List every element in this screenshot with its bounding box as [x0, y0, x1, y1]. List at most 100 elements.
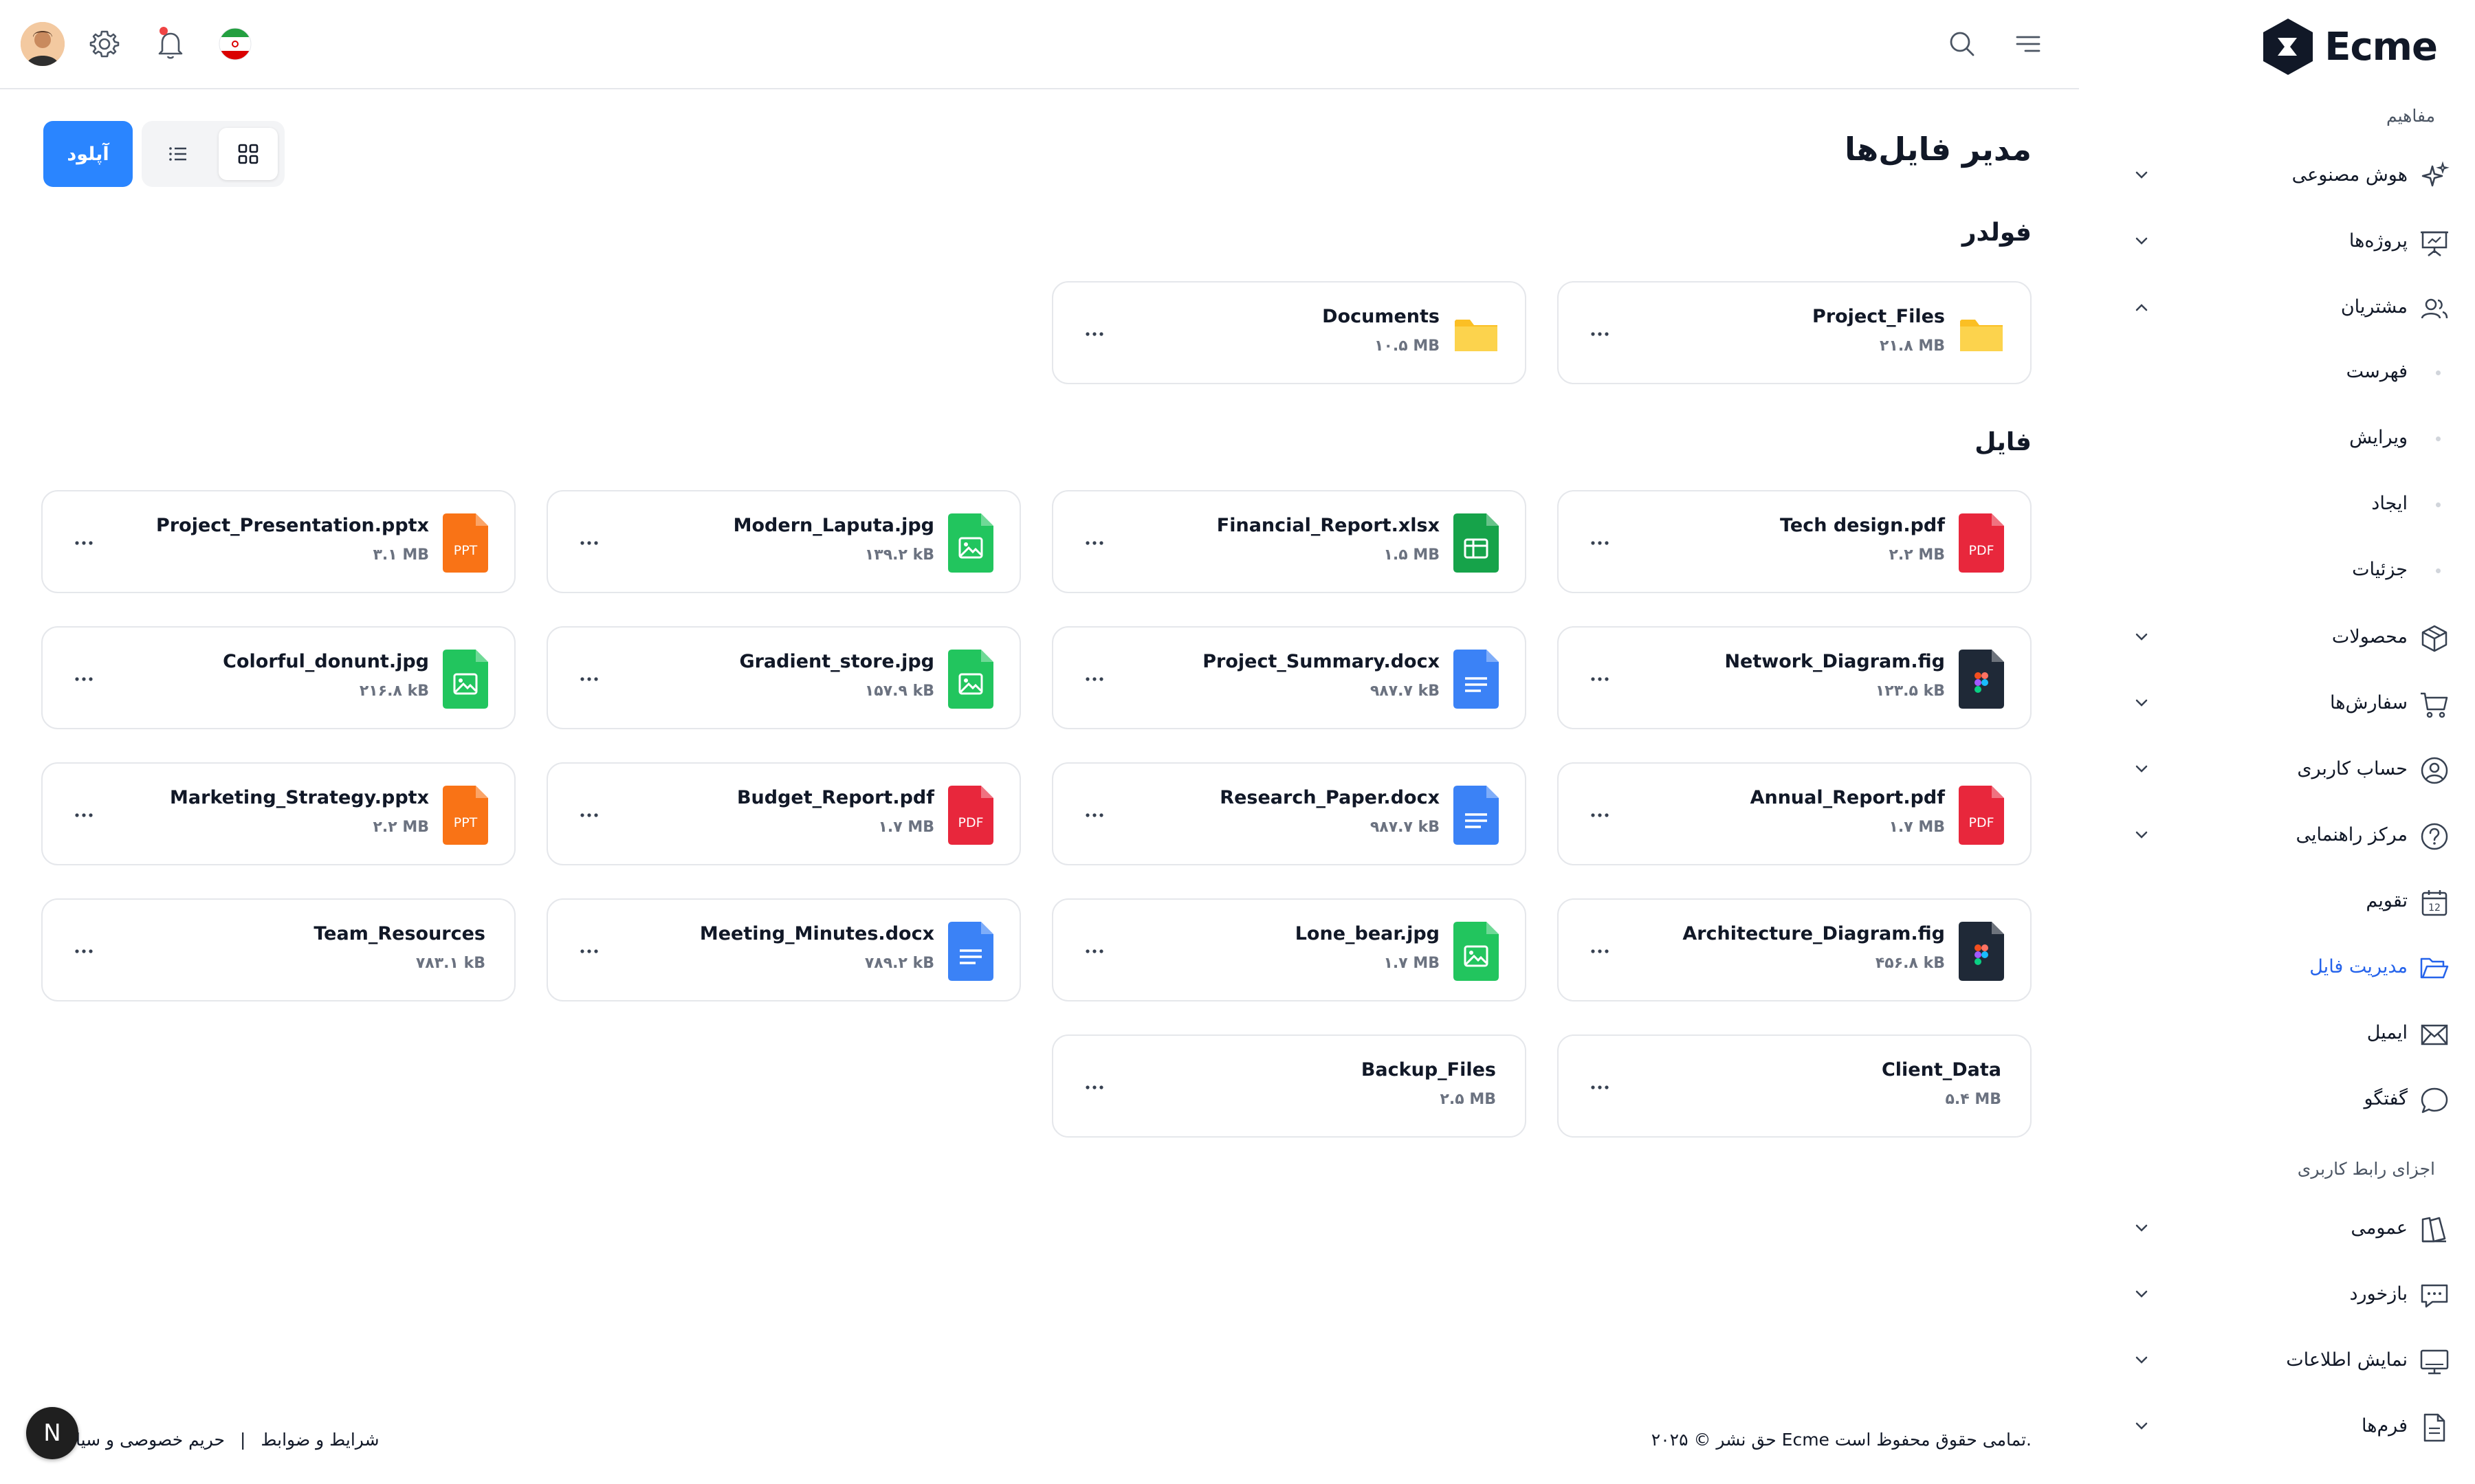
- file-name: Annual_Report.pdf: [1750, 787, 1945, 808]
- sparkles-icon: [2421, 161, 2450, 187]
- more-options-icon[interactable]: [1081, 805, 1108, 826]
- chevron-down-icon: [2135, 237, 2148, 245]
- more-options-icon[interactable]: [575, 533, 603, 553]
- sidebar-item-general[interactable]: عمومی: [2120, 1204, 2450, 1252]
- file-size: ۱.۷ MB: [1383, 955, 1440, 972]
- file-card[interactable]: Project_Summary.docx ۹۸۷.۷ kB: [1052, 626, 1526, 729]
- file-card[interactable]: Lone_bear.jpg ۱.۷ MB: [1052, 898, 1526, 1001]
- more-options-icon[interactable]: [1081, 941, 1108, 962]
- file-size: ۴۵۶.۸ kB: [1875, 955, 1945, 972]
- avatar[interactable]: [21, 22, 65, 66]
- file-name: Gradient_store.jpg: [739, 651, 934, 672]
- swatch-icon: [2421, 1217, 2446, 1243]
- figma-file-icon: [1959, 922, 2004, 981]
- sidebar-item-projects[interactable]: پروژه‌ها: [2120, 217, 2450, 265]
- n-badge-button[interactable]: N: [26, 1407, 78, 1459]
- file-card[interactable]: PDF Tech design.pdf ۲.۲ MB: [1557, 490, 2032, 593]
- sidebar-item-chat[interactable]: گفتگو: [2120, 1075, 2450, 1123]
- sidebar-item-feedback[interactable]: بازخورد: [2120, 1270, 2450, 1318]
- file-name: Tech design.pdf: [1780, 515, 1945, 536]
- sidebar-item-forms[interactable]: فرم‌ها: [2120, 1402, 2450, 1450]
- file-card[interactable]: Meeting_Minutes.docx ۷۸۹.۲ kB: [547, 898, 1021, 1001]
- sidebar-subitem-details[interactable]: جزئیات: [2120, 546, 2450, 594]
- sidebar-item-products[interactable]: محصولات: [2120, 613, 2450, 661]
- file-size: ۱۵۷.۹ kB: [864, 683, 934, 700]
- sidebar-item-label: نمایش اطلاعات: [2286, 1349, 2408, 1371]
- more-options-icon[interactable]: [70, 941, 98, 962]
- bell-icon[interactable]: [150, 23, 191, 65]
- more-options-icon[interactable]: [70, 669, 98, 689]
- file-name: Lone_bear.jpg: [1295, 923, 1440, 944]
- search-icon[interactable]: [1942, 23, 1983, 65]
- folder-card[interactable]: Project_Files ۲۱.۸ MB: [1557, 281, 2032, 384]
- help-circle-icon: [2421, 823, 2448, 850]
- folder-size: ۱۰.۵ MB: [1374, 337, 1440, 355]
- sidebar-subitem-create[interactable]: ایجاد: [2120, 480, 2450, 528]
- file-card[interactable]: PPT Project_Presentation.pptx ۳.۱ MB: [41, 490, 516, 593]
- file-card[interactable]: Colorful_donunt.jpg ۲۱۶.۸ kB: [41, 626, 516, 729]
- sidebar-item-account[interactable]: حساب کاربری: [2120, 745, 2450, 793]
- grid-view-button[interactable]: [219, 128, 278, 180]
- chevron-down-icon: [2135, 1422, 2148, 1430]
- file-size: ۲.۲ MB: [373, 819, 429, 836]
- bullet-dot: [2436, 568, 2441, 573]
- folder-card[interactable]: Documents ۱۰.۵ MB: [1052, 281, 1526, 384]
- file-card[interactable]: Research_Paper.docx ۹۸۷.۷ kB: [1052, 762, 1526, 865]
- file-name: Client_Data: [1881, 1059, 2001, 1081]
- more-options-icon[interactable]: [575, 805, 603, 826]
- sidebar-item-customers[interactable]: مشتریان: [2120, 283, 2450, 331]
- privacy-link[interactable]: حریم خصوصی و سیا: [76, 1430, 225, 1450]
- iran-flag-icon[interactable]: [214, 23, 256, 65]
- more-options-icon[interactable]: [1586, 669, 1614, 689]
- bullet-dot: [2436, 370, 2441, 375]
- file-card[interactable]: Modern_Laputa.jpg ۱۳۹.۲ kB: [547, 490, 1021, 593]
- sidebar-subitem-edit[interactable]: ویرایش: [2120, 414, 2450, 462]
- sidebar-item-data-display[interactable]: نمایش اطلاعات: [2120, 1336, 2450, 1384]
- file-card[interactable]: Client_Data ۵.۴ MB: [1557, 1034, 2032, 1138]
- sidebar-item-calendar[interactable]: تقویم 12: [2120, 877, 2450, 925]
- bullet-dot: [2436, 502, 2441, 507]
- more-options-icon[interactable]: [1081, 324, 1108, 344]
- more-options-icon[interactable]: [1586, 1077, 1614, 1098]
- file-card[interactable]: Gradient_store.jpg ۱۵۷.۹ kB: [547, 626, 1021, 729]
- file-card[interactable]: PDF Annual_Report.pdf ۱.۷ MB: [1557, 762, 2032, 865]
- more-options-icon[interactable]: [1586, 533, 1614, 553]
- sidebar-item-email[interactable]: ایمیل: [2120, 1009, 2450, 1057]
- logo[interactable]: Ecme: [2261, 12, 2438, 81]
- file-card[interactable]: Backup_Files ۲.۵ MB: [1052, 1034, 1526, 1138]
- file-card[interactable]: PPT Marketing_Strategy.pptx ۲.۲ MB: [41, 762, 516, 865]
- users-icon: [2421, 298, 2448, 319]
- more-options-icon[interactable]: [1586, 805, 1614, 826]
- list-view-button[interactable]: [148, 128, 208, 180]
- sidebar-subitem-list[interactable]: فهرست: [2120, 348, 2450, 396]
- more-options-icon[interactable]: [1586, 324, 1614, 344]
- more-options-icon[interactable]: [70, 533, 98, 553]
- file-size: ۳.۱ MB: [373, 546, 429, 564]
- menu-icon[interactable]: [2008, 23, 2049, 65]
- file-card[interactable]: Network_Diagram.fig ۱۲۳.۵ kB: [1557, 626, 2032, 729]
- sidebar-item-ai[interactable]: هوش مصنوعی: [2120, 151, 2450, 199]
- sidebar-item-file-manager[interactable]: مدیریت فایل: [2120, 943, 2450, 991]
- more-options-icon[interactable]: [1081, 669, 1108, 689]
- sidebar-item-label: ایمیل: [2366, 1022, 2408, 1043]
- more-options-icon[interactable]: [575, 941, 603, 962]
- figma-file-icon: [1959, 650, 2004, 709]
- more-options-icon[interactable]: [575, 669, 603, 689]
- upload-button[interactable]: آپلود: [43, 121, 133, 187]
- more-options-icon[interactable]: [1586, 941, 1614, 962]
- sidebar-item-help[interactable]: مرکز راهنمایی: [2120, 811, 2450, 859]
- file-card[interactable]: Financial_Report.xlsx ۱.۵ MB: [1052, 490, 1526, 593]
- gear-icon[interactable]: [84, 23, 125, 65]
- file-size: ۱.۵ MB: [1383, 546, 1440, 564]
- file-card[interactable]: Team_Resources ۷۸۳.۱ kB: [41, 898, 516, 1001]
- folder-icon: [1960, 320, 2003, 351]
- folder-name: Documents: [1322, 306, 1440, 327]
- file-card[interactable]: Architecture_Diagram.fig ۴۵۶.۸ kB: [1557, 898, 2032, 1001]
- file-card[interactable]: PDF Budget_Report.pdf ۱.۷ MB: [547, 762, 1021, 865]
- terms-link[interactable]: شرایط و ضوابط: [261, 1430, 379, 1450]
- more-options-icon[interactable]: [1081, 533, 1108, 553]
- more-options-icon[interactable]: [70, 805, 98, 826]
- more-options-icon[interactable]: [1081, 1077, 1108, 1098]
- sidebar-item-orders[interactable]: سفارش‌ها: [2120, 679, 2450, 727]
- sidebar-item-label: بازخورد: [2349, 1283, 2408, 1305]
